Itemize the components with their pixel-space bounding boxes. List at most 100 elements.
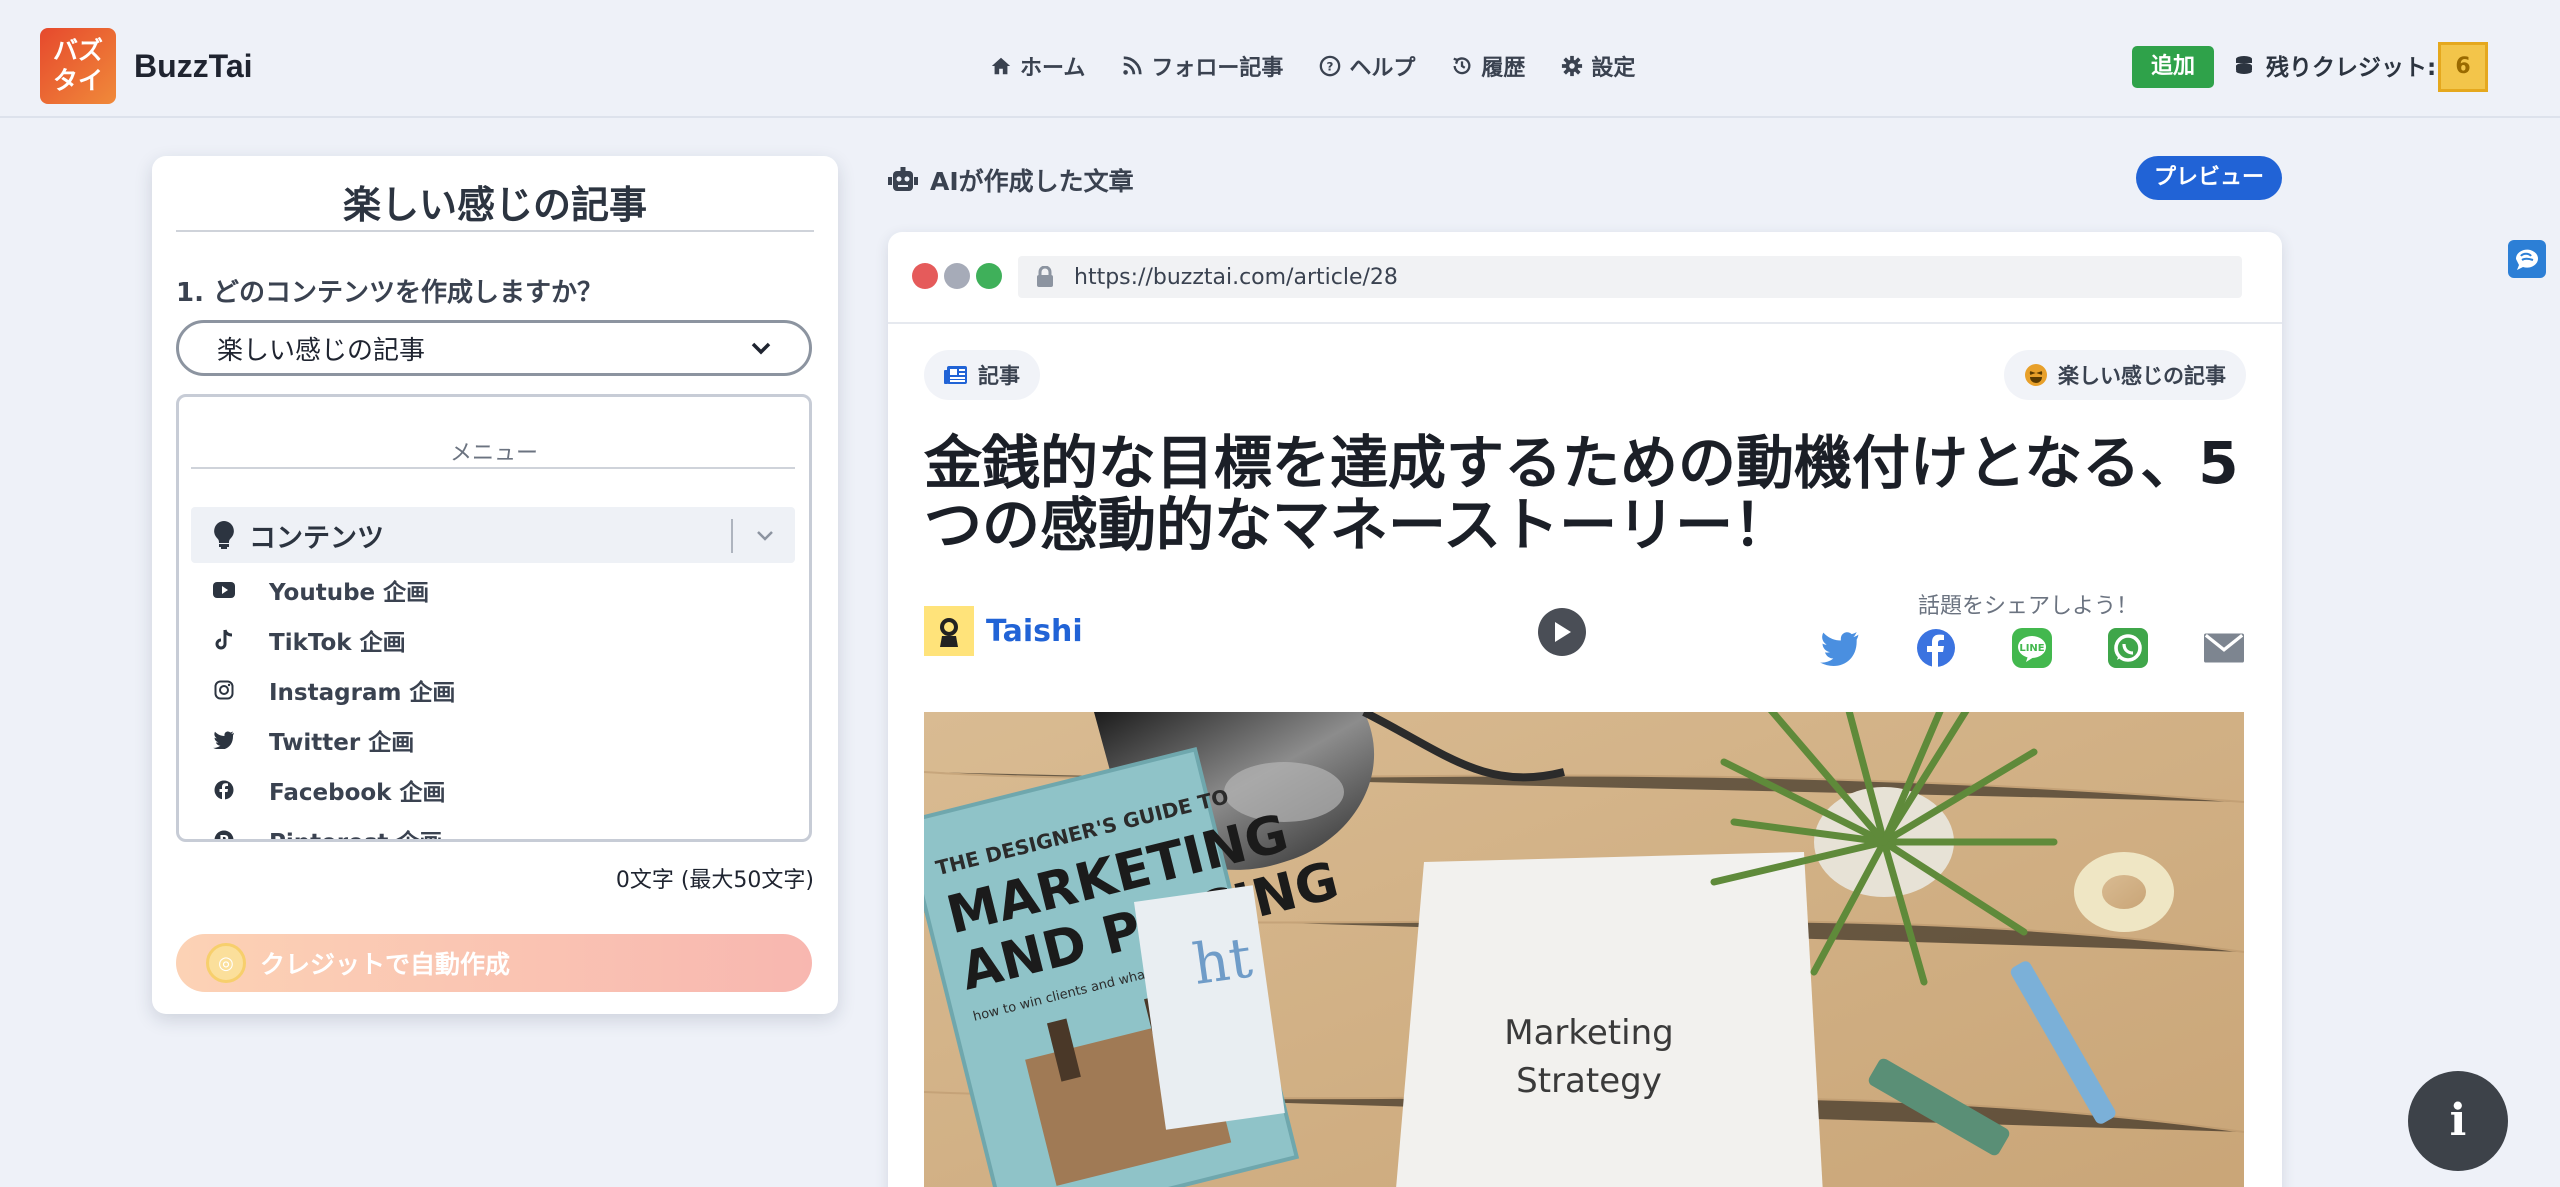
- line-share-icon[interactable]: LINE: [2012, 628, 2052, 668]
- nav-home[interactable]: ホーム: [990, 50, 1085, 82]
- article-type-chip: 記事: [924, 350, 1040, 400]
- preview-button[interactable]: プレビュー: [2136, 156, 2282, 200]
- paper-text-1: Marketing: [1504, 1013, 1673, 1053]
- play-icon: [1555, 622, 1571, 642]
- character-count: 0文字 (最大50文字): [615, 868, 814, 893]
- lightbulb-icon: [214, 521, 234, 549]
- help-icon: ?: [1320, 55, 1341, 77]
- nav-follow-label: フォロー記事: [1151, 56, 1284, 81]
- menu-group-separator: [731, 519, 733, 553]
- content-type-value: 楽しい感じの記事: [217, 335, 426, 366]
- nav-help[interactable]: ? ヘルプ: [1319, 50, 1415, 82]
- add-credits-button[interactable]: 追加: [2132, 46, 2214, 88]
- coins-icon: [2236, 56, 2252, 74]
- twitter-share-icon[interactable]: [1820, 628, 1860, 668]
- lock-icon: [1037, 266, 1053, 287]
- whatsapp-share-icon[interactable]: [2108, 628, 2148, 668]
- nav-help-label: ヘルプ: [1349, 56, 1416, 81]
- menu-item-twitter[interactable]: Twitter 企画: [213, 715, 455, 765]
- menu-item-tiktok[interactable]: TikTok 企画: [213, 615, 455, 665]
- logo-line1: バズ: [52, 36, 103, 65]
- instagram-icon: [213, 679, 235, 701]
- brand-name[interactable]: BuzzTai: [134, 48, 253, 85]
- address-url: https://buzztai.com/article/28: [1074, 264, 1398, 290]
- share-buttons: LINE: [1820, 628, 2244, 668]
- menu-group-label: コンテンツ: [249, 522, 384, 554]
- facebook-icon: [213, 779, 235, 801]
- paper-text-2: Strategy: [1516, 1061, 1662, 1101]
- nav-settings[interactable]: 設定: [1561, 50, 1635, 82]
- nav-home-label: ホーム: [1020, 56, 1086, 81]
- nav-history[interactable]: 履歴: [1451, 50, 1525, 82]
- chevron-down-icon[interactable]: [753, 523, 777, 547]
- gear-icon: [1562, 55, 1583, 77]
- window-maximize-dot: [976, 263, 1002, 289]
- nav-history-label: 履歴: [1481, 56, 1526, 81]
- menu-item-label: Youtube 企画: [269, 580, 430, 606]
- credits-label: 残りクレジット:: [2266, 55, 2437, 81]
- top-bar: バズ タイ BuzzTai ホーム フォロー記事 ? ヘルプ 履歴 設定 追加 …: [0, 0, 2560, 118]
- email-share-icon[interactable]: [2204, 628, 2244, 668]
- content-type-select[interactable]: 楽しい感じの記事: [176, 320, 812, 376]
- share-prompt: 話題をシェアしよう！: [1918, 594, 2139, 619]
- play-audio-button[interactable]: [1538, 608, 1586, 656]
- menu-divider: [191, 467, 795, 469]
- menu-item-label: Pinterest 企画: [269, 823, 442, 839]
- card-text: ht: [1189, 925, 1257, 998]
- menu-item-instagram[interactable]: Instagram 企画: [213, 665, 455, 715]
- main-nav: ホーム フォロー記事 ? ヘルプ 履歴 設定: [990, 50, 1635, 82]
- menu-item-label: Twitter 企画: [269, 730, 415, 756]
- article-headline: 金銭的な目標を達成するための動機付けとなる、5つの感動的なマネーストーリー！: [924, 429, 2239, 559]
- window-minimize-dot: [944, 263, 970, 289]
- menu-group-contents[interactable]: コンテンツ: [191, 507, 795, 563]
- svg-text:P: P: [219, 834, 229, 842]
- info-button[interactable]: i: [2408, 1071, 2508, 1171]
- author-avatar[interactable]: [924, 606, 974, 656]
- youtube-icon: [213, 579, 235, 601]
- nav-follow[interactable]: フォロー記事: [1121, 50, 1283, 82]
- article-preview-window: https://buzztai.com/article/28 記事 楽しい感じの…: [888, 232, 2282, 1187]
- browser-bar: https://buzztai.com/article/28: [888, 232, 2282, 324]
- content-form-card: 楽しい感じの記事 1. どのコンテンツを作成しますか？ 楽しい感じの記事 メニュ…: [152, 156, 838, 1014]
- content-menu[interactable]: メニュー コンテンツ Youtube 企画 TikTok 企画 Instagra…: [176, 394, 812, 842]
- coin-icon: ◎: [206, 943, 246, 983]
- chat-widget-button[interactable]: [2508, 240, 2546, 278]
- logo[interactable]: バズ タイ: [40, 28, 116, 104]
- menu-item-youtube[interactable]: Youtube 企画: [213, 565, 455, 615]
- menu-item-label: Facebook 企画: [269, 780, 446, 806]
- rss-icon: [1123, 56, 1142, 75]
- article-hero-image: Marketing Strategy THE DESIGNER'S GUIDE …: [924, 712, 2244, 1187]
- laughing-face-icon: [2025, 364, 2047, 386]
- chevron-down-icon: [751, 342, 771, 355]
- tiktok-icon: [213, 629, 235, 651]
- title-divider: [176, 230, 814, 232]
- article-category-chip: 楽しい感じの記事: [2004, 350, 2246, 400]
- facebook-share-icon[interactable]: [1916, 628, 1956, 668]
- author-name[interactable]: Taishi: [986, 614, 1083, 649]
- article-category-label: 楽しい感じの記事: [2058, 364, 2226, 388]
- home-icon: [991, 57, 1011, 75]
- window-close-dot: [912, 263, 938, 289]
- brain-chat-icon: [2515, 249, 2538, 270]
- menu-item-facebook[interactable]: Facebook 企画: [213, 765, 455, 815]
- credits: 残りクレジット:: [2232, 48, 2436, 82]
- ai-output-label: AIが作成した文章: [888, 162, 1134, 198]
- menu-item-label: Instagram 企画: [269, 680, 456, 706]
- auto-generate-label: クレジットで自動作成: [260, 950, 511, 979]
- menu-item-label: TikTok 企画: [269, 630, 406, 656]
- form-title: 楽しい感じの記事: [342, 183, 647, 227]
- svg-text:?: ?: [1327, 60, 1334, 74]
- credits-value: 6: [2438, 42, 2488, 92]
- menu-list: Youtube 企画 TikTok 企画 Instagram 企画 Twitte…: [213, 565, 455, 842]
- twitter-icon: [213, 729, 235, 751]
- history-icon: [1453, 57, 1471, 75]
- menu-item-pinterest[interactable]: P Pinterest 企画: [213, 815, 455, 842]
- ai-output-label-text: AIが作成した文章: [930, 167, 1134, 196]
- logo-line2: タイ: [52, 66, 103, 95]
- robot-icon: [888, 167, 918, 191]
- article-type-label: 記事: [978, 364, 1020, 388]
- content-type-question: 1. どのコンテンツを作成しますか？: [176, 278, 604, 308]
- address-bar[interactable]: https://buzztai.com/article/28: [1018, 256, 2242, 298]
- hero-illustration: Marketing Strategy THE DESIGNER'S GUIDE …: [924, 712, 2244, 1187]
- auto-generate-button[interactable]: ◎ クレジットで自動作成: [176, 934, 812, 992]
